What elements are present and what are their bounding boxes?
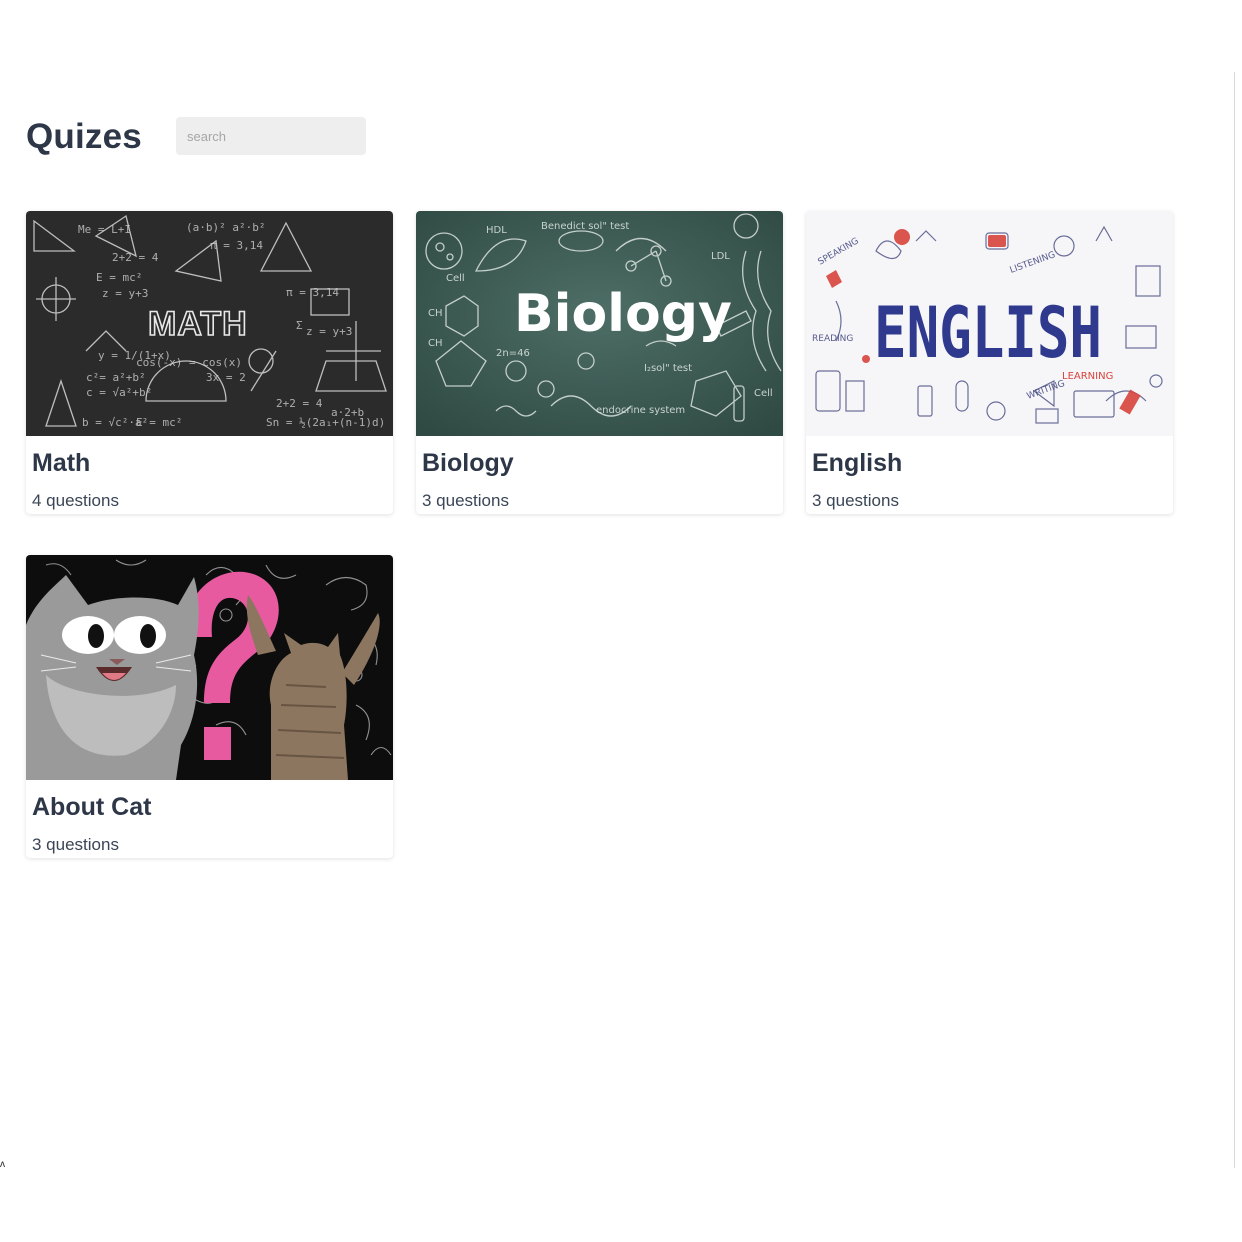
svg-text:Sn = ½(2a₁+(n-1)d): Sn = ½(2a₁+(n-1)d): [266, 416, 385, 429]
quiz-title: Math: [32, 449, 91, 477]
svg-text:I₂sol" test: I₂sol" test: [644, 363, 692, 374]
svg-text:π = 3,14: π = 3,14: [210, 239, 263, 252]
svg-text:LDL: LDL: [711, 251, 730, 262]
svg-text:2n=46: 2n=46: [496, 348, 530, 359]
svg-text:endocrine system: endocrine system: [596, 405, 685, 416]
quiz-card-english[interactable]: SPEAKING LISTENING READING WRITING LEARN…: [806, 211, 1173, 514]
svg-text:E = mc²: E = mc²: [136, 416, 182, 429]
corner-artifact: ʌ: [0, 1159, 5, 1170]
math-image-word: MATH: [148, 305, 248, 343]
quiz-question-count: 4 questions: [32, 491, 119, 510]
svg-text:2+2 = 4: 2+2 = 4: [112, 251, 159, 264]
svg-text:CH: CH: [428, 338, 443, 349]
svg-text:c = √a²+b²: c = √a²+b²: [86, 386, 152, 399]
svg-text:3x = 2: 3x = 2: [206, 371, 246, 384]
svg-text:CH: CH: [428, 308, 443, 319]
svg-text:π = 3,14: π = 3,14: [286, 286, 339, 299]
page-header: Quizes: [26, 112, 626, 162]
svg-text:Cell: Cell: [446, 273, 465, 284]
svg-text:Benedict sol" test: Benedict sol" test: [541, 221, 629, 232]
svg-text:a·2+b: a·2+b: [331, 406, 364, 419]
svg-text:cos(-x) = cos(x): cos(-x) = cos(x): [136, 356, 242, 369]
quiz-card-about-cat[interactable]: About Cat 3 questions: [26, 555, 393, 858]
scrollbar-track[interactable]: [1234, 72, 1242, 1168]
quiz-question-count: 3 questions: [32, 835, 119, 854]
quiz-title: English: [812, 449, 903, 477]
svg-text:Cell: Cell: [754, 388, 773, 399]
math-chalkboard-image: Me = L+I (a·b)² a²·b² π = 3,14 2+2 = 4 E…: [26, 211, 393, 436]
svg-text:HDL: HDL: [486, 225, 507, 236]
quiz-card-math[interactable]: Me = L+I (a·b)² a²·b² π = 3,14 2+2 = 4 E…: [26, 211, 393, 514]
svg-text:z = y+3: z = y+3: [306, 325, 352, 338]
svg-text:Me = L+I: Me = L+I: [78, 223, 131, 236]
svg-text:READING: READING: [812, 334, 853, 344]
english-doodles-image: SPEAKING LISTENING READING WRITING LEARN…: [806, 211, 1173, 436]
svg-text:E = mc²: E = mc²: [96, 271, 142, 284]
quiz-question-count: 3 questions: [812, 491, 899, 510]
biology-chalkboard-image: HDL Benedict sol" test LDL Cell CH CH 2n…: [416, 211, 783, 436]
quiz-question-count: 3 questions: [422, 491, 509, 510]
english-image-word: ENGLISH: [874, 292, 1102, 374]
biology-image-word: Biology: [514, 284, 732, 344]
svg-text:(a·b)² a²·b²: (a·b)² a²·b²: [186, 221, 265, 234]
page-title: Quizes: [26, 117, 142, 156]
search-input[interactable]: [176, 117, 366, 155]
svg-text:Σ: Σ: [296, 319, 303, 332]
quiz-card-biology[interactable]: HDL Benedict sol" test LDL Cell CH CH 2n…: [416, 211, 783, 514]
svg-text:2+2 = 4: 2+2 = 4: [276, 397, 323, 410]
svg-text:z = y+3: z = y+3: [102, 287, 148, 300]
quiz-title: About Cat: [32, 793, 152, 821]
cat-question-mark-image: [26, 555, 393, 780]
svg-text:c²= a²+b²: c²= a²+b²: [86, 371, 146, 384]
quiz-title: Biology: [422, 449, 514, 477]
